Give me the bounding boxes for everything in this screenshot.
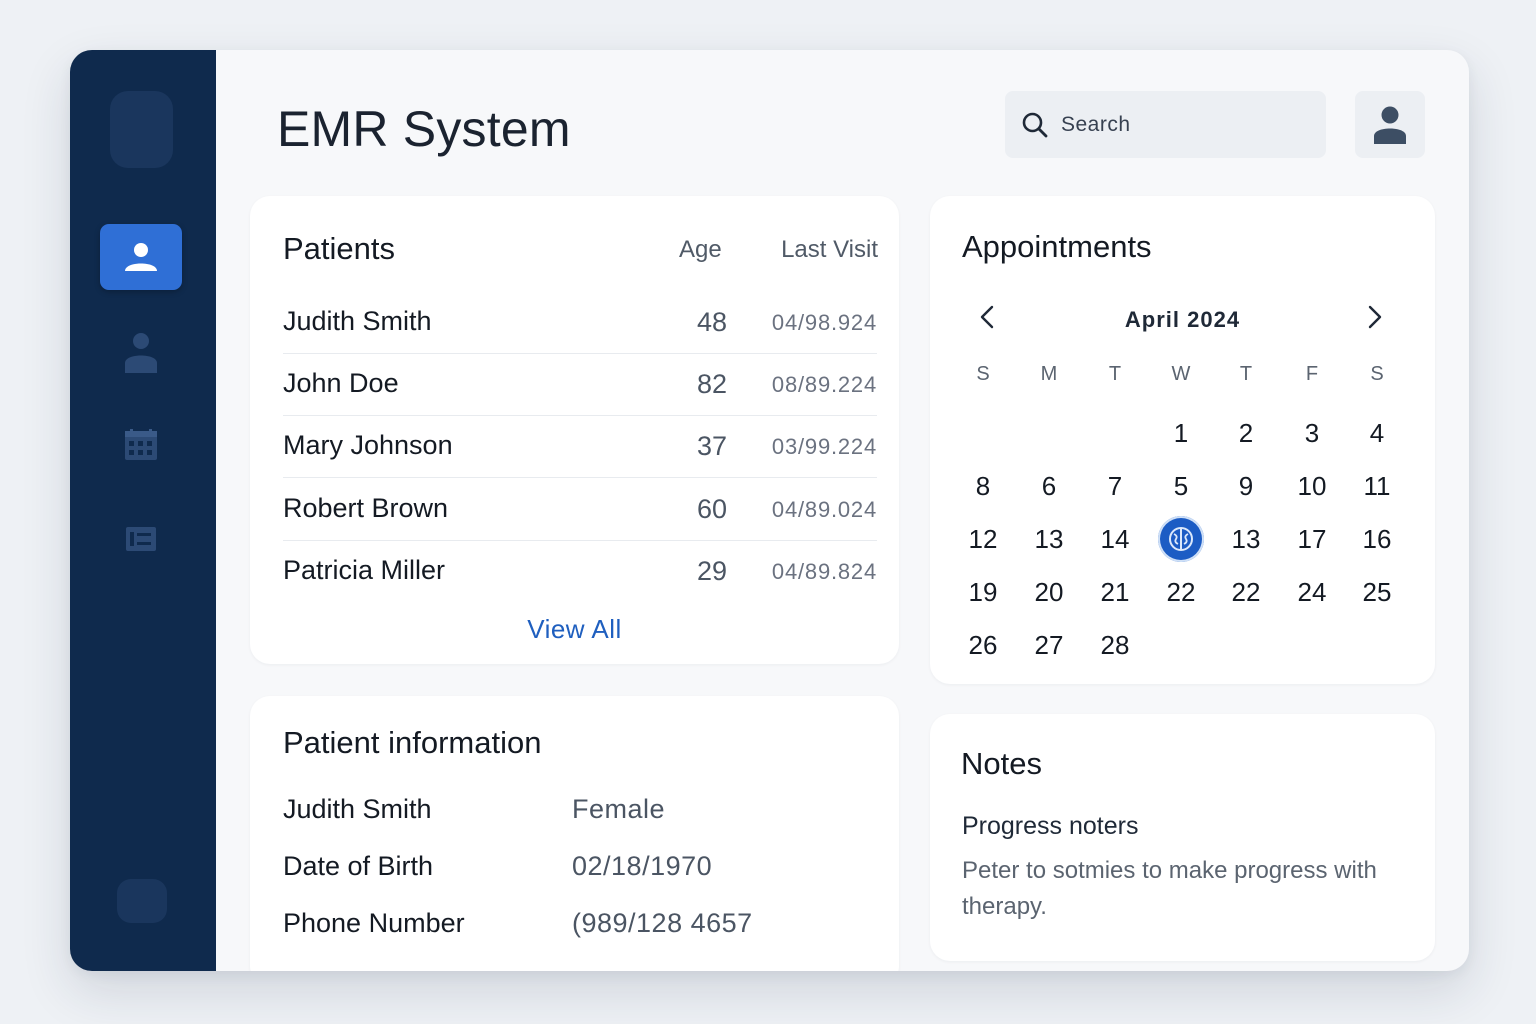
- patient-age: 48: [696, 307, 727, 337]
- calendar-day[interactable]: 17: [1287, 519, 1337, 559]
- table-row[interactable]: Patricia Miller 29 04/89.824: [283, 541, 877, 603]
- calendar-day[interactable]: 24: [1287, 572, 1337, 612]
- calendar-day[interactable]: 10: [1287, 466, 1337, 506]
- user-avatar-button[interactable]: [1355, 91, 1425, 158]
- sidebar-item-calendar[interactable]: [100, 412, 182, 478]
- app-window: EMR System Patients Age Last Visit Judit…: [70, 50, 1469, 971]
- patient-last-visit: 08/89.224: [771, 372, 877, 397]
- phone-label: Phone Number: [283, 908, 465, 938]
- search-box[interactable]: [1005, 91, 1326, 158]
- patient-name: John Doe: [283, 368, 399, 398]
- sidebar-item-records[interactable]: [100, 506, 182, 572]
- logo-placeholder: [110, 91, 173, 168]
- last-visit-column-header: Last Visit: [781, 236, 878, 263]
- patient-name: Robert Brown: [283, 493, 449, 523]
- notes-subtitle: Progress noters: [962, 812, 1139, 840]
- calendar-day[interactable]: 5: [1156, 466, 1206, 506]
- calendar-day[interactable]: 13: [1221, 519, 1271, 559]
- weekday-label: M: [1040, 363, 1058, 385]
- brain-icon: [1169, 527, 1193, 551]
- phone-value: (989/128 4657: [572, 908, 753, 938]
- list-icon: [126, 527, 156, 551]
- calendar-day[interactable]: 26: [958, 625, 1008, 665]
- calendar-day[interactable]: 3: [1287, 413, 1337, 453]
- weekday-label: W: [1171, 363, 1191, 385]
- user-icon: [125, 243, 157, 271]
- appointments-card: Appointments April 2024 SMTWTFS123486759…: [930, 196, 1435, 684]
- calendar-day[interactable]: 22: [1156, 572, 1206, 612]
- main-content: EMR System Patients Age Last Visit Judit…: [216, 50, 1469, 971]
- patient-name: Patricia Miller: [283, 555, 446, 585]
- search-input[interactable]: [1061, 112, 1301, 137]
- patient-age: 82: [696, 369, 727, 399]
- patient-age: 60: [696, 494, 727, 524]
- weekday-label: F: [1305, 363, 1319, 385]
- calendar-day[interactable]: 21: [1090, 572, 1140, 612]
- view-all-link[interactable]: View All: [250, 614, 899, 645]
- patient-last-visit: 03/99.224: [771, 434, 877, 459]
- table-row[interactable]: Judith Smith 48 04/98.924: [283, 292, 877, 354]
- table-row[interactable]: John Doe 82 08/89.224: [283, 354, 877, 416]
- calendar-day[interactable]: 12: [958, 519, 1008, 559]
- table-row[interactable]: Robert Brown 60 04/89.024: [283, 479, 877, 541]
- calendar-day[interactable]: 27: [1024, 625, 1074, 665]
- sidebar: [70, 50, 216, 971]
- notes-body: Peter to sotmies to make progress with t…: [962, 857, 1377, 920]
- calendar-day[interactable]: 11: [1352, 466, 1402, 506]
- calendar-day[interactable]: 28: [1090, 625, 1140, 665]
- search-icon: [1022, 112, 1048, 137]
- sidebar-bottom-placeholder: [117, 879, 167, 923]
- notes-card: Notes Progress noters Peter to sotmies t…: [930, 714, 1435, 961]
- weekday-label: T: [1108, 363, 1122, 385]
- person-icon: [125, 333, 157, 373]
- page-title: EMR System: [277, 101, 571, 157]
- notes-title: Notes: [961, 746, 1042, 781]
- age-column-header: Age: [679, 236, 722, 263]
- patient-last-visit: 04/89.824: [771, 559, 877, 584]
- calendar-day[interactable]: 7: [1090, 466, 1140, 506]
- patient-info-card: Patient information Judith Smith Female …: [250, 696, 899, 971]
- weekday-label: S: [1370, 363, 1384, 385]
- dob-value: 02/18/1970: [572, 851, 713, 881]
- calendar-day[interactable]: 20: [1024, 572, 1074, 612]
- calendar-day[interactable]: 1: [1156, 413, 1206, 453]
- patient-info-title: Patient information: [283, 725, 542, 760]
- patient-age: 29: [696, 556, 727, 586]
- patient-last-visit: 04/98.924: [771, 310, 877, 335]
- calendar-day[interactable]: 16: [1352, 519, 1402, 559]
- calendar-day[interactable]: 4: [1352, 413, 1402, 453]
- chevron-right-icon: [1368, 305, 1382, 329]
- patient-name-label: Judith Smith: [283, 794, 432, 824]
- weekday-label: T: [1239, 363, 1253, 385]
- patient-last-visit: 04/89.024: [771, 497, 877, 522]
- patients-title: Patients: [283, 231, 396, 266]
- calendar-day[interactable]: 6: [1024, 466, 1074, 506]
- patient-name: Judith Smith: [283, 306, 432, 336]
- calendar-icon: [125, 429, 157, 460]
- appointments-title: Appointments: [962, 229, 1152, 264]
- calendar-day[interactable]: 25: [1352, 572, 1402, 612]
- calendar-day[interactable]: 14: [1090, 519, 1140, 559]
- patients-card: Patients Age Last Visit Judith Smith 48 …: [250, 196, 899, 664]
- patient-name: Mary Johnson: [283, 430, 453, 460]
- calendar-day[interactable]: 2: [1221, 413, 1271, 453]
- next-month-button[interactable]: [1360, 302, 1390, 332]
- calendar-day[interactable]: 13: [1024, 519, 1074, 559]
- calendar-day[interactable]: 19: [958, 572, 1008, 612]
- patient-gender-value: Female: [572, 794, 666, 824]
- calendar-day[interactable]: 8: [958, 466, 1008, 506]
- sidebar-item-profile[interactable]: [100, 320, 182, 386]
- weekday-label: S: [976, 363, 990, 385]
- sidebar-item-patients[interactable]: [100, 224, 182, 290]
- calendar-day-selected[interactable]: [1158, 516, 1204, 562]
- table-row[interactable]: Mary Johnson 37 03/99.224: [283, 416, 877, 478]
- patient-age: 37: [696, 431, 727, 461]
- user-avatar-icon: [1374, 106, 1406, 144]
- dob-label: Date of Birth: [283, 851, 434, 881]
- calendar-day[interactable]: 22: [1221, 572, 1271, 612]
- calendar-day[interactable]: 9: [1221, 466, 1271, 506]
